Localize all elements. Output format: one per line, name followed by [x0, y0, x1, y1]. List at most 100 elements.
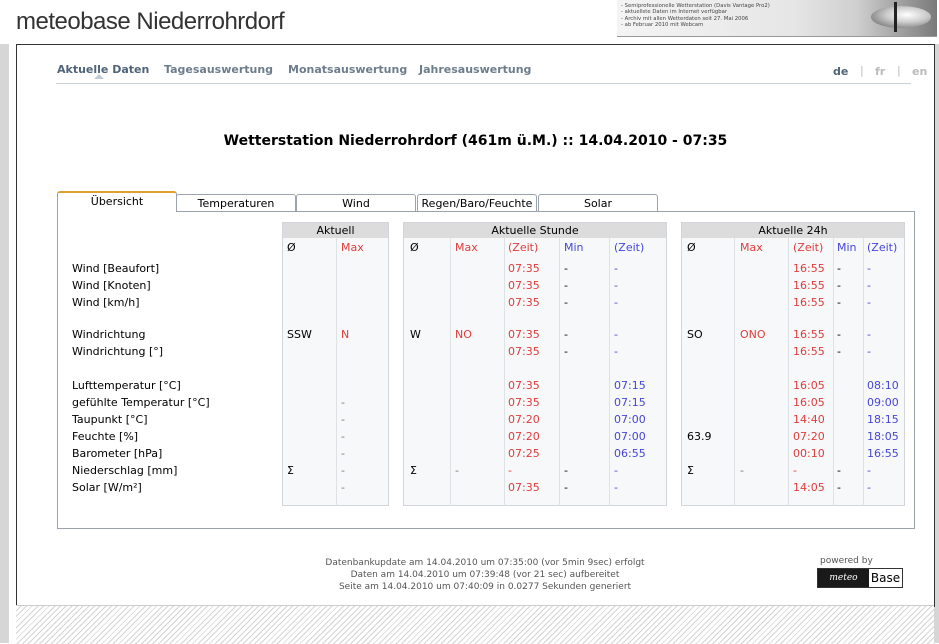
lang-de[interactable]: de: [833, 65, 848, 78]
table-cell-h-min-t: -: [614, 345, 618, 358]
row-label: Niederschlag [mm]: [72, 464, 178, 477]
table-cell-h-min: -: [564, 464, 568, 477]
tab-uebersicht[interactable]: Übersicht: [57, 191, 177, 212]
update-line: Datenbankupdate am 14.04.2010 um 07:35:0…: [325, 558, 645, 568]
table-cell-d-max-t: 16:55: [793, 296, 825, 309]
logo-base: Base: [870, 571, 901, 585]
table-cell-d-min: -: [837, 464, 841, 477]
row-label: Windrichtung: [72, 328, 146, 341]
subheader-time: (Zeit): [508, 241, 539, 254]
table-cell-h-min: -: [564, 262, 568, 275]
table-cell-h-max-t: 07:35: [508, 396, 540, 409]
row-label: Barometer [hPa]: [72, 447, 163, 460]
main-frame: Aktuelle Daten Tagesauswertung Monatsaus…: [16, 44, 935, 607]
page-title: Wetterstation Niederrohrdorf (461m ü.M.)…: [223, 133, 728, 149]
row-label: Solar [W/m²]: [72, 481, 142, 494]
nav-monatsauswertung[interactable]: Monatsauswertung: [288, 63, 407, 76]
table-cell-h-max: NO: [455, 328, 472, 341]
table-cell-d-max: ONO: [740, 328, 766, 341]
table-cell-d-max-t: 14:40: [793, 413, 825, 426]
table-cell-h-min: -: [564, 328, 568, 341]
table-cell-h-max-t: 07:35: [508, 262, 540, 275]
column-divider: [336, 238, 337, 506]
table-cell-d-min: -: [837, 279, 841, 292]
table-cell-d-min-t: -: [867, 296, 871, 309]
table-cell-d-avg: SO: [687, 328, 703, 341]
banner-weather-station-image: [871, 6, 931, 28]
table-cell-d-max-t: 16:55: [793, 262, 825, 275]
table-cell-d-min: -: [837, 481, 841, 494]
banner-station-mast: [894, 2, 897, 32]
table-cell-d-min: -: [837, 296, 841, 309]
nav-tagesauswertung[interactable]: Tagesauswertung: [164, 63, 273, 76]
table-cell-d-max: -: [740, 464, 744, 477]
table-cell-h-min-t: 07:15: [614, 379, 646, 392]
row-label: Wind [Knoten]: [72, 279, 151, 292]
column-divider: [504, 238, 505, 506]
lang-fr[interactable]: fr: [875, 65, 885, 78]
tab-wind[interactable]: Wind: [296, 194, 416, 211]
table-cell-h-max-t: 07:35: [508, 345, 540, 358]
table-cell-h-max-t: 07:35: [508, 296, 540, 309]
table-cell-h-min-t: -: [614, 296, 618, 309]
table-cell-h-max-t: -: [508, 464, 512, 477]
update-info: Datenbankupdate am 14.04.2010 um 07:35:0…: [17, 557, 939, 593]
meteobase-logo[interactable]: meteo Base: [817, 568, 903, 588]
table-cell-d-min-t: -: [867, 279, 871, 292]
left-gutter: [0, 44, 9, 643]
table-cell-d-min-t: -: [867, 328, 871, 341]
powered-by-label: powered by: [820, 556, 873, 566]
subheader-time: (Zeit): [793, 241, 824, 254]
nav-jahresauswertung[interactable]: Jahresauswertung: [419, 63, 531, 76]
subheader-avg: Ø: [287, 241, 296, 254]
tab-solar[interactable]: Solar: [538, 194, 658, 211]
table-cell-cur-max: -: [341, 481, 345, 494]
table-cell-d-min-t: 16:55: [867, 447, 899, 460]
tab-temperaturen[interactable]: Temperaturen: [176, 194, 296, 211]
column-divider: [559, 238, 560, 506]
table-cell-d-min-t: -: [867, 481, 871, 494]
table-cell-h-max: -: [455, 464, 459, 477]
group-header: Aktuelle 24h: [682, 223, 904, 238]
table-cell-h-min: -: [564, 345, 568, 358]
table-cell-cur-max: N: [341, 328, 350, 341]
table-cell-h-min: -: [564, 279, 568, 292]
table-cell-d-min-t: 18:05: [867, 430, 899, 443]
group-header: Aktuelle Stunde: [404, 223, 666, 238]
table-cell-d-min-t: 18:15: [867, 413, 899, 426]
subheader-time: (Zeit): [867, 241, 898, 254]
row-label: Wind [Beaufort]: [72, 262, 160, 275]
lang-en[interactable]: en: [912, 65, 927, 78]
table-cell-d-min: -: [837, 262, 841, 275]
column-divider: [734, 238, 735, 506]
group-header: Aktuell: [283, 223, 388, 238]
column-divider: [788, 238, 789, 506]
table-cell-h-max-t: 07:25: [508, 447, 540, 460]
table-cell-h-avg: W: [410, 328, 421, 341]
row-label: Windrichtung [°]: [72, 345, 164, 358]
table-cell-d-min-t: 09:00: [867, 396, 899, 409]
banner-text: - Semiprofessionelle Wetterstation (Davi…: [621, 3, 770, 28]
table-cell-d-max-t: 16:55: [793, 345, 825, 358]
table-cell-cur-max: -: [341, 396, 345, 409]
column-divider: [450, 238, 451, 506]
table-cell-h-min-t: 07:00: [614, 413, 646, 426]
table-cell-d-max-t: 16:05: [793, 379, 825, 392]
row-label: Taupunkt [°C]: [72, 413, 148, 426]
table-cell-d-max-t: 16:55: [793, 328, 825, 341]
subheader-time: (Zeit): [614, 241, 645, 254]
table-cell-h-min-t: 06:55: [614, 447, 646, 460]
table-cell-h-min-t: -: [614, 279, 618, 292]
banner-line: - Archiv mit allen Wetterdaten seit 27. …: [621, 15, 749, 22]
table-cell-cur-avg: SSW: [287, 328, 312, 341]
table-cell-h-avg: Σ: [410, 464, 417, 477]
nav-divider: [56, 83, 911, 84]
table-cell-cur-max: -: [341, 430, 345, 443]
tab-regen-baro-feuchte[interactable]: Regen/Baro/Feuchte: [417, 194, 537, 211]
data-overview-panel: Aktuell Aktuelle Stunde Aktuelle 24h Ø M…: [57, 211, 915, 529]
table-cell-d-max-t: 07:20: [793, 430, 825, 443]
table-cell-d-avg: Σ: [687, 464, 694, 477]
table-cell-h-min: -: [564, 296, 568, 309]
row-label: gefühlte Temperatur [°C]: [72, 396, 210, 409]
site-header: meteobase Niederrohrdorf - Semiprofessio…: [0, 0, 939, 44]
